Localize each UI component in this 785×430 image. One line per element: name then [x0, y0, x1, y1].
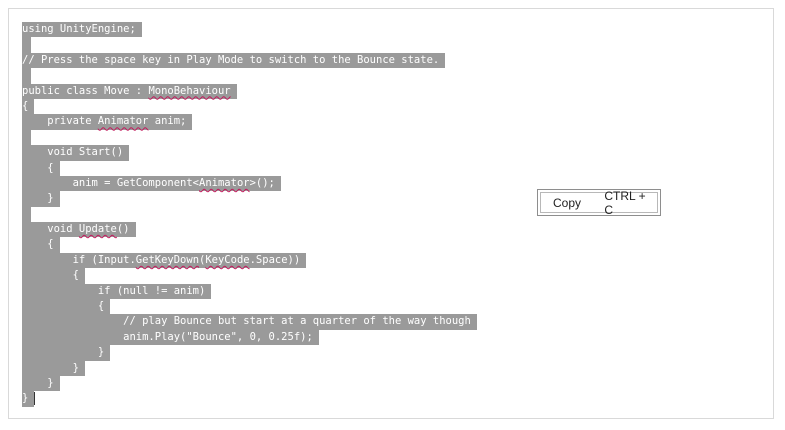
text-cursor [34, 391, 36, 405]
code-line: } [22, 345, 477, 361]
code-line [22, 129, 477, 146]
code-block[interactable]: using UnityEngine; // Press the space ke… [22, 22, 477, 407]
code-line [22, 206, 477, 223]
code-line: } [22, 360, 477, 376]
code-line: // play Bounce but start at a quarter of… [22, 314, 477, 330]
code-line: } [22, 391, 477, 407]
code-line: { [22, 237, 477, 253]
code-line [22, 37, 477, 53]
code-line: } [22, 191, 477, 207]
context-menu: Copy CTRL + C [537, 189, 661, 217]
code-line: anim = GetComponent<Animator>(); [22, 175, 477, 192]
code-line: { [22, 160, 477, 176]
copy-menu-item[interactable]: Copy CTRL + C [540, 189, 658, 217]
code-line: if (null != anim) [22, 283, 477, 300]
code-line: } [22, 375, 477, 392]
code-line: void Update() [22, 222, 477, 238]
code-line [22, 68, 477, 84]
code-line: if (Input.GetKeyDown(KeyCode.Space)) [22, 252, 477, 269]
copy-label: Copy [553, 195, 582, 210]
code-line: private Animator anim; [22, 114, 477, 130]
code-line: { [22, 98, 477, 115]
code-line: public class Move : MonoBehaviour [22, 83, 477, 99]
code-line: { [22, 299, 477, 315]
code-line: void Start() [22, 145, 477, 161]
code-line: anim.Play("Bounce", 0, 0.25f); [22, 329, 477, 346]
code-line: { [22, 268, 477, 284]
copy-shortcut: CTRL + C [604, 188, 646, 217]
code-line: using UnityEngine; [22, 22, 477, 38]
code-line: // Press the space key in Play Mode to s… [22, 52, 477, 69]
